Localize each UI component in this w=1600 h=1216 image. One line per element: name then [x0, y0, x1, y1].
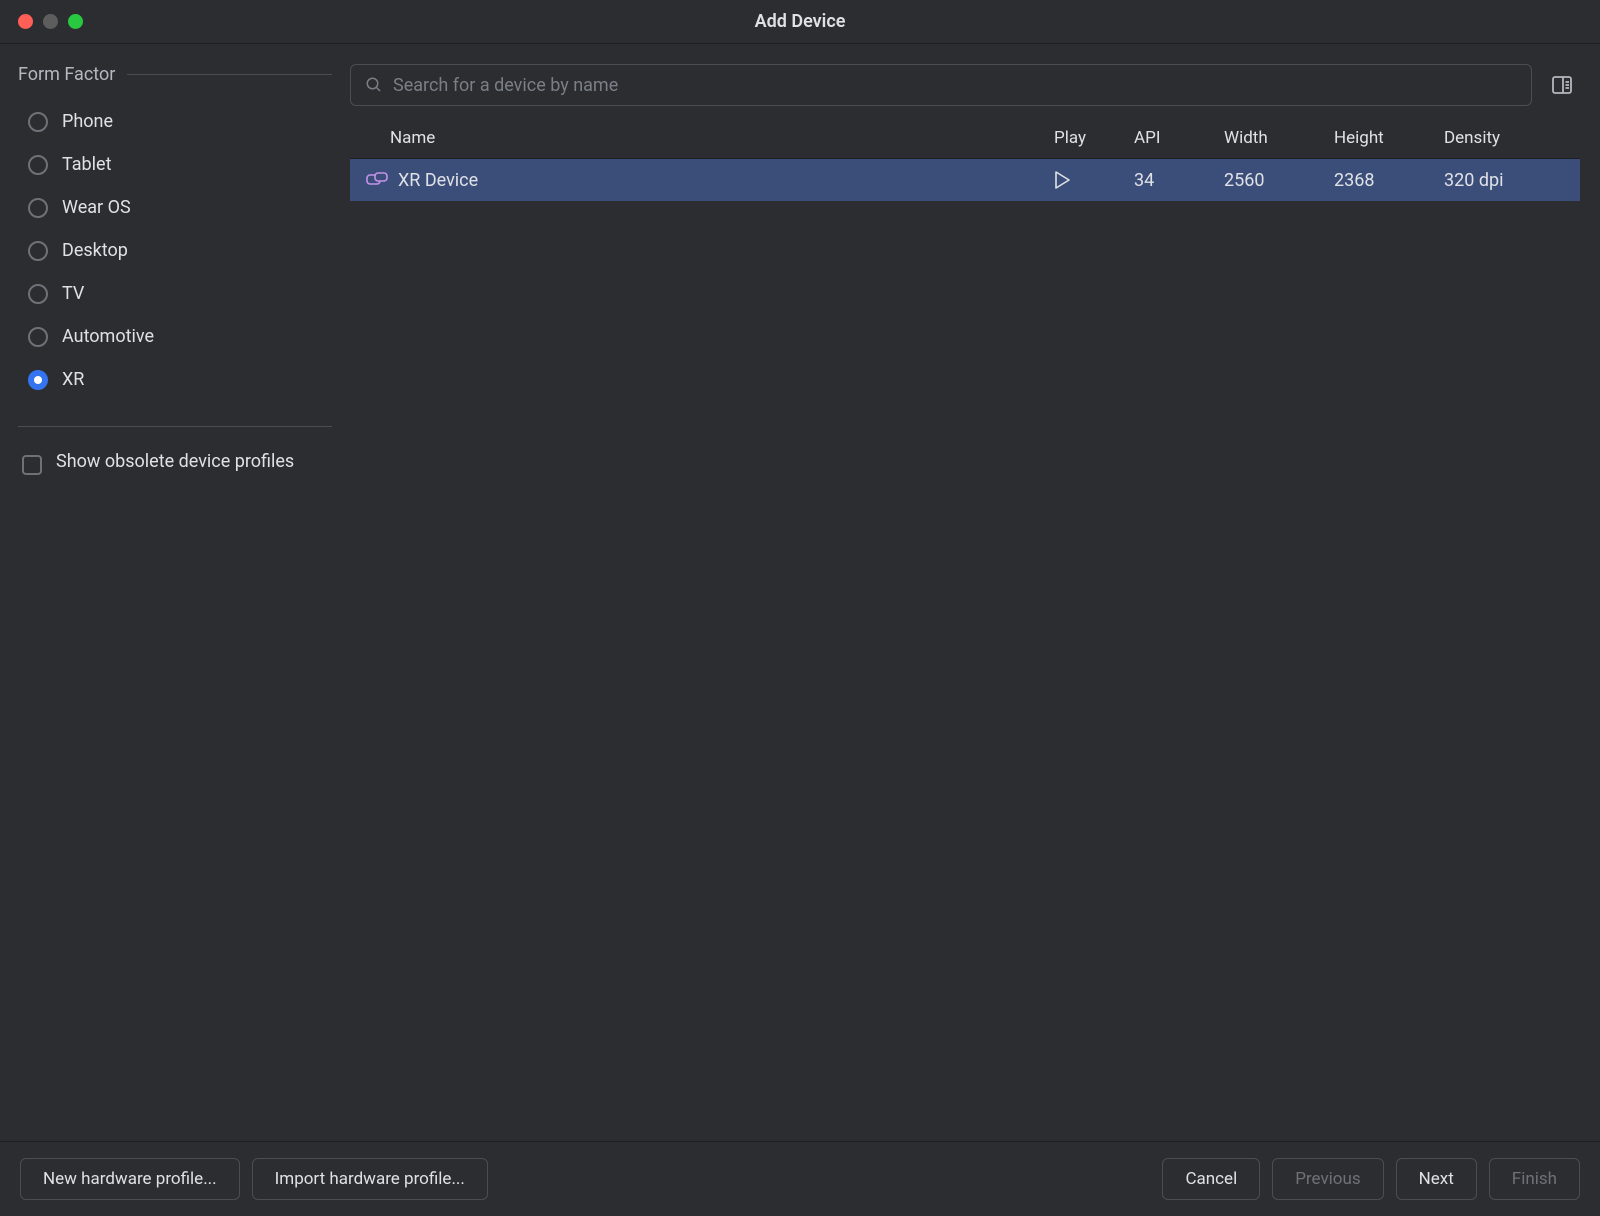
- next-button[interactable]: Next: [1396, 1158, 1477, 1200]
- form-factor-header: Form Factor: [18, 64, 332, 85]
- form-factor-tv[interactable]: TV: [18, 275, 332, 312]
- finish-button[interactable]: Finish: [1489, 1158, 1580, 1200]
- radio-icon: [28, 155, 48, 175]
- form-factor-wear-os[interactable]: Wear OS: [18, 189, 332, 226]
- table-row[interactable]: XR Device 34 2560 2368 320 dpi: [350, 159, 1580, 201]
- form-factor-phone[interactable]: Phone: [18, 103, 332, 140]
- radio-label: Wear OS: [62, 197, 131, 218]
- window-controls: [0, 14, 83, 29]
- column-header-density[interactable]: Density: [1444, 128, 1564, 148]
- column-header-name[interactable]: Name: [366, 128, 1054, 148]
- form-factor-title: Form Factor: [18, 64, 115, 85]
- radio-icon: [28, 112, 48, 132]
- form-factor-tablet[interactable]: Tablet: [18, 146, 332, 183]
- checkbox-label: Show obsolete device profiles: [56, 451, 294, 472]
- show-obsolete-checkbox[interactable]: Show obsolete device profiles: [18, 451, 332, 475]
- play-store-icon: [1054, 170, 1072, 190]
- maximize-window-button[interactable]: [68, 14, 83, 29]
- checkbox-icon: [22, 455, 42, 475]
- form-factor-xr[interactable]: XR: [18, 361, 332, 398]
- radio-label: Phone: [62, 111, 113, 132]
- previous-button[interactable]: Previous: [1272, 1158, 1383, 1200]
- device-height: 2368: [1334, 170, 1444, 191]
- form-factor-desktop[interactable]: Desktop: [18, 232, 332, 269]
- radio-icon: [28, 327, 48, 347]
- footer: New hardware profile... Import hardware …: [0, 1141, 1600, 1216]
- xr-device-icon: [366, 171, 388, 189]
- radio-icon: [28, 241, 48, 261]
- window-title: Add Device: [755, 11, 846, 32]
- radio-icon: [28, 370, 48, 390]
- divider: [18, 426, 332, 427]
- form-factor-automotive[interactable]: Automotive: [18, 318, 332, 355]
- divider: [127, 74, 332, 75]
- sidebar: Form Factor Phone Tablet Wear OS Desktop: [0, 44, 350, 1141]
- details-panel-toggle[interactable]: [1544, 67, 1580, 103]
- import-hardware-profile-button[interactable]: Import hardware profile...: [252, 1158, 488, 1200]
- column-header-height[interactable]: Height: [1334, 128, 1444, 148]
- cancel-button[interactable]: Cancel: [1162, 1158, 1260, 1200]
- table-header: Name Play API Width Height Density: [350, 118, 1580, 159]
- device-width: 2560: [1224, 170, 1334, 191]
- radio-label: Automotive: [62, 326, 154, 347]
- search-box[interactable]: [350, 64, 1532, 106]
- column-header-api[interactable]: API: [1134, 128, 1224, 148]
- radio-icon: [28, 198, 48, 218]
- new-hardware-profile-button[interactable]: New hardware profile...: [20, 1158, 240, 1200]
- device-table-body: XR Device 34 2560 2368 320 dpi: [350, 159, 1580, 1141]
- main-panel: Name Play API Width Height Density: [350, 44, 1600, 1141]
- device-density: 320 dpi: [1444, 170, 1564, 191]
- search-input[interactable]: [393, 75, 1517, 96]
- radio-label: XR: [62, 369, 84, 390]
- column-header-play[interactable]: Play: [1054, 128, 1134, 148]
- device-name: XR Device: [398, 170, 478, 191]
- close-window-button[interactable]: [18, 14, 33, 29]
- titlebar: Add Device: [0, 0, 1600, 44]
- radio-icon: [28, 284, 48, 304]
- radio-label: Desktop: [62, 240, 128, 261]
- minimize-window-button[interactable]: [43, 14, 58, 29]
- radio-label: Tablet: [62, 154, 111, 175]
- column-header-width[interactable]: Width: [1224, 128, 1334, 148]
- radio-label: TV: [62, 283, 84, 304]
- device-api: 34: [1134, 170, 1224, 191]
- search-icon: [365, 76, 383, 94]
